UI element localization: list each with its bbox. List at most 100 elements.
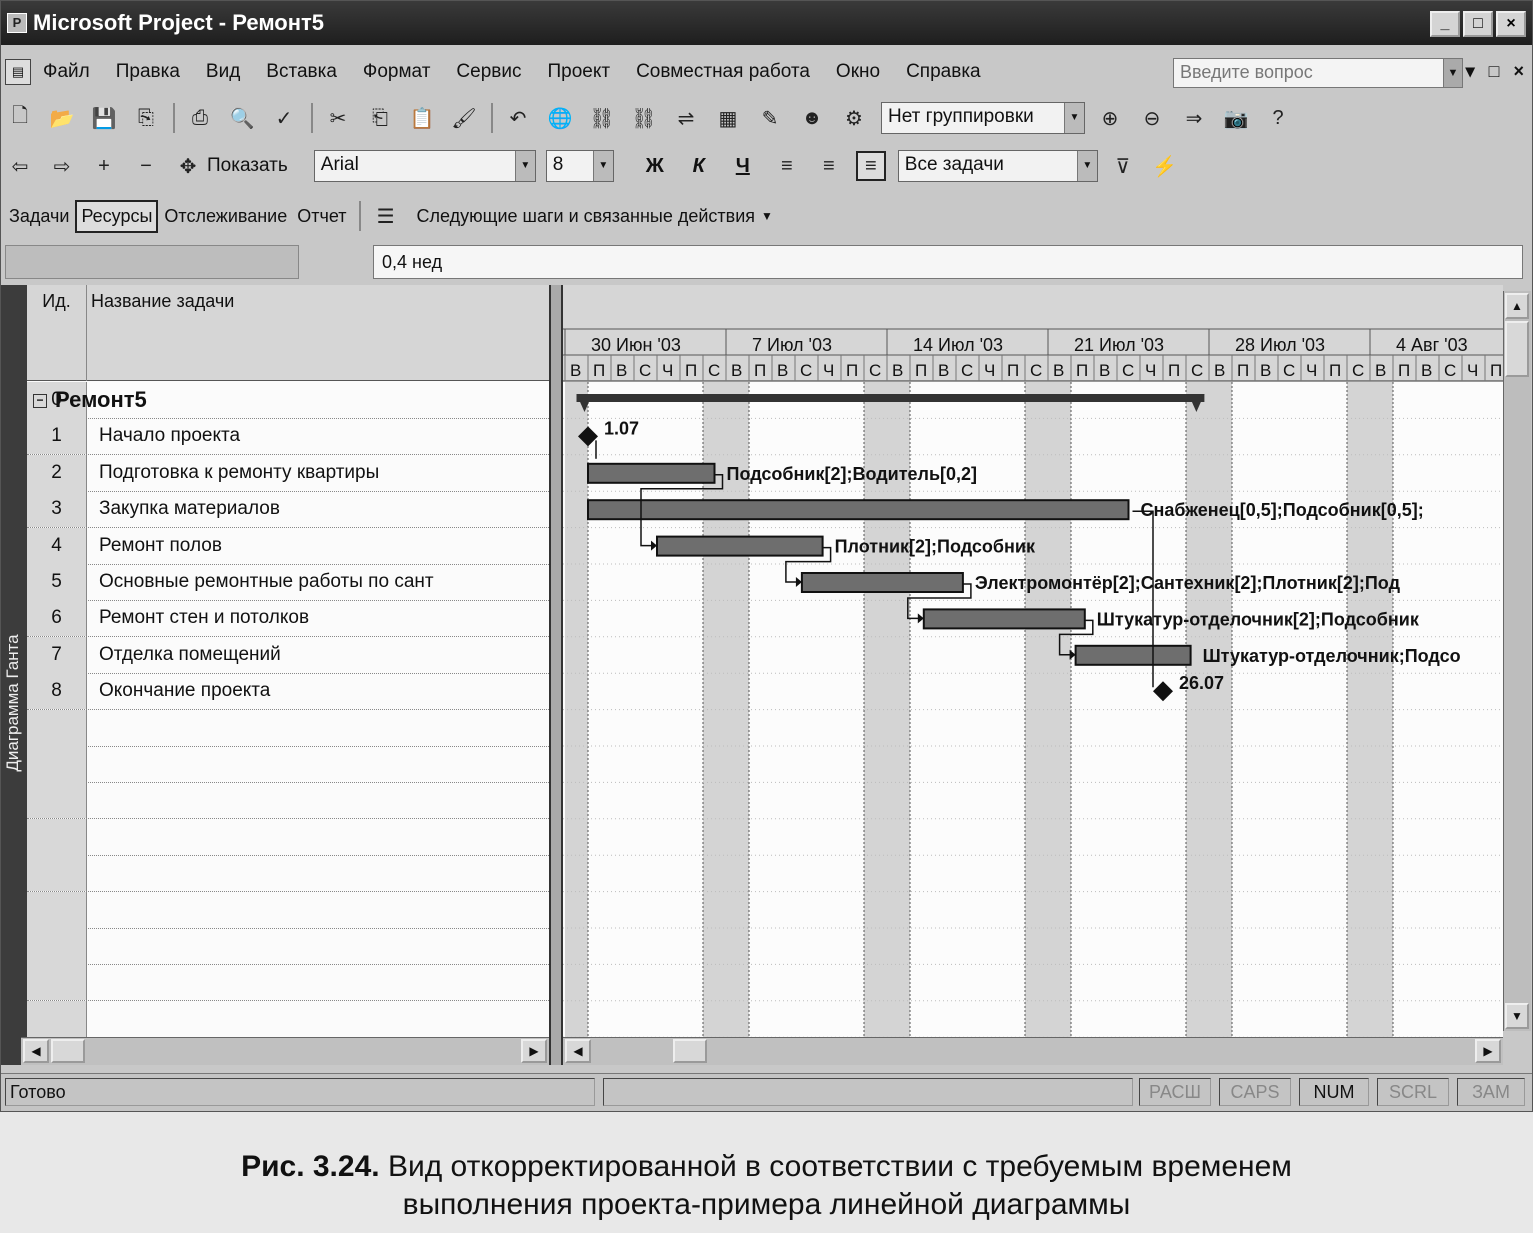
- entry-field[interactable]: 0,4 нед: [373, 245, 1523, 279]
- menu-tools[interactable]: Сервис: [456, 61, 521, 83]
- align-center-icon[interactable]: ≡: [814, 151, 844, 181]
- menu-format[interactable]: Формат: [363, 61, 431, 83]
- tab-report[interactable]: Отчет: [293, 202, 350, 231]
- guide-toggle-icon[interactable]: ☰: [371, 201, 401, 231]
- paste-icon[interactable]: 📋: [407, 103, 437, 133]
- chevron-down-icon[interactable]: ▼: [592, 151, 613, 181]
- open-icon[interactable]: 📂: [47, 103, 77, 133]
- task-id-cell[interactable]: 1: [27, 418, 87, 455]
- chevron-down-icon[interactable]: ▼: [514, 151, 535, 181]
- menu-window[interactable]: Окно: [836, 61, 880, 83]
- task-id-cell[interactable]: [27, 928, 87, 964]
- table-row[interactable]: [27, 855, 551, 893]
- task-info-icon[interactable]: ▦: [713, 103, 743, 133]
- align-left-icon[interactable]: ≡: [772, 151, 802, 181]
- undo-icon[interactable]: ↶: [503, 103, 533, 133]
- ask-question-input[interactable]: Введите вопрос: [1173, 58, 1451, 88]
- copy-icon[interactable]: ⎗: [365, 103, 395, 133]
- table-row[interactable]: [27, 818, 551, 856]
- publish-icon[interactable]: ⚙: [839, 103, 869, 133]
- show-subtasks-icon[interactable]: +: [89, 151, 119, 181]
- task-id-cell[interactable]: [27, 1000, 87, 1037]
- task-id-cell[interactable]: 5: [27, 564, 87, 600]
- split-task-icon[interactable]: ⇌: [671, 103, 701, 133]
- table-row[interactable]: [27, 709, 551, 747]
- print-icon[interactable]: ⎙: [185, 103, 215, 133]
- task-id-cell[interactable]: [27, 855, 87, 892]
- collapse-icon[interactable]: −: [33, 394, 47, 409]
- task-id-cell[interactable]: [27, 709, 87, 746]
- scroll-down-icon[interactable]: ▼: [1505, 1003, 1529, 1029]
- cut-icon[interactable]: ✂: [323, 103, 353, 133]
- task-id-cell[interactable]: 2: [27, 454, 87, 491]
- scroll-right-icon[interactable]: ▶: [521, 1039, 547, 1063]
- menu-insert[interactable]: Вставка: [266, 61, 337, 83]
- task-id-cell[interactable]: [27, 964, 87, 1001]
- menu-view[interactable]: Вид: [206, 61, 240, 83]
- task-name-cell[interactable]: Ремонт стен и потолков: [99, 600, 309, 636]
- task-name-cell[interactable]: Основные ремонтные работы по сант: [99, 564, 434, 600]
- table-horizontal-scrollbar[interactable]: ◀ ▶: [21, 1037, 549, 1065]
- project-icon[interactable]: P: [7, 13, 27, 33]
- scroll-left-icon[interactable]: ◀: [23, 1039, 49, 1063]
- scroll-thumb[interactable]: [51, 1039, 85, 1063]
- task-id-cell[interactable]: [27, 891, 87, 928]
- document-icon[interactable]: ▤: [5, 59, 31, 85]
- gantt-wizard-icon[interactable]: ⚡: [1150, 151, 1180, 181]
- grouping-select[interactable]: Нет группировки ▼: [881, 102, 1085, 134]
- copy-picture-icon[interactable]: 📷: [1221, 103, 1251, 133]
- task-id-cell[interactable]: 6: [27, 600, 87, 637]
- table-row[interactable]: [27, 746, 551, 783]
- vertical-scrollbar[interactable]: ▲ ▼: [1503, 291, 1531, 1031]
- align-right-icon[interactable]: ≡: [855, 151, 886, 181]
- task-id-cell[interactable]: [27, 818, 87, 855]
- print-preview-icon[interactable]: 🔍: [227, 103, 257, 133]
- doc-minimize-button[interactable]: ▾: [1466, 61, 1475, 82]
- filter-select[interactable]: Все задачи ▼: [897, 150, 1098, 182]
- chevron-down-icon[interactable]: ▼: [1076, 151, 1097, 181]
- format-painter-icon[interactable]: 🖌: [449, 103, 479, 133]
- task-name-cell[interactable]: Окончание проекта: [99, 673, 270, 709]
- chevron-down-icon[interactable]: ▼: [761, 209, 773, 223]
- menu-project[interactable]: Проект: [547, 61, 610, 83]
- zoom-out-icon[interactable]: ⊖: [1137, 103, 1167, 133]
- task-id-cell[interactable]: [27, 746, 87, 782]
- task-id-cell[interactable]: 4: [27, 527, 87, 564]
- menu-edit[interactable]: Правка: [116, 61, 180, 83]
- menu-help[interactable]: Справка: [906, 61, 981, 83]
- tab-tracking[interactable]: Отслеживание: [160, 202, 291, 231]
- help-icon[interactable]: ?: [1263, 103, 1293, 133]
- font-size-select[interactable]: 8 ▼: [545, 150, 614, 182]
- table-row[interactable]: 3 Закупка материалов: [27, 491, 551, 529]
- column-header-id[interactable]: Ид.: [27, 285, 87, 381]
- table-row[interactable]: [27, 928, 551, 965]
- insert-hyperlink-icon[interactable]: 🌐: [545, 103, 575, 133]
- maximize-button[interactable]: □: [1463, 11, 1493, 37]
- tab-resources[interactable]: Ресурсы: [75, 199, 159, 233]
- task-name-cell[interactable]: Подготовка к ремонту квартиры: [99, 455, 379, 491]
- scroll-up-icon[interactable]: ▲: [1505, 293, 1529, 319]
- show-icon[interactable]: ✥: [173, 151, 203, 181]
- table-row[interactable]: 7 Отделка помещений: [27, 636, 551, 674]
- scroll-thumb[interactable]: [673, 1039, 707, 1063]
- task-id-cell[interactable]: 8: [27, 673, 87, 710]
- scroll-left-icon[interactable]: ◀: [565, 1039, 591, 1063]
- table-row[interactable]: 1 Начало проекта: [27, 418, 551, 456]
- task-name-cell[interactable]: Начало проекта: [99, 418, 240, 454]
- table-row[interactable]: [27, 1000, 551, 1037]
- chevron-down-icon[interactable]: ▼: [1443, 58, 1463, 88]
- unlink-tasks-icon[interactable]: ⛓: [629, 103, 659, 133]
- table-row[interactable]: 0− Ремонт5: [27, 382, 551, 419]
- gantt-horizontal-scrollbar[interactable]: ◀ ▶: [563, 1037, 1503, 1065]
- zoom-in-icon[interactable]: ⊕: [1095, 103, 1125, 133]
- table-row[interactable]: 4 Ремонт полов: [27, 527, 551, 565]
- underline-button[interactable]: Ч: [728, 150, 758, 182]
- menu-file[interactable]: Файл: [43, 61, 90, 83]
- table-row[interactable]: 5 Основные ремонтные работы по сант: [27, 564, 551, 601]
- close-button[interactable]: ×: [1496, 11, 1526, 37]
- next-steps-menu[interactable]: Следующие шаги и связанные действия: [413, 202, 760, 231]
- save-icon[interactable]: 💾: [89, 103, 119, 133]
- doc-restore-button[interactable]: □: [1489, 61, 1500, 82]
- goto-task-icon[interactable]: ⇒: [1179, 103, 1209, 133]
- outdent-icon[interactable]: ⇦: [5, 151, 35, 181]
